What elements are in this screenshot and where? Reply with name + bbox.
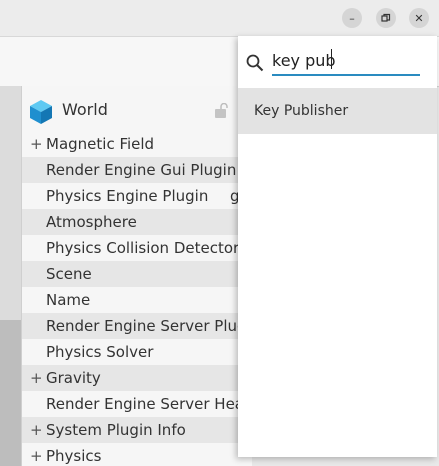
- minimize-icon: –: [349, 11, 355, 25]
- expand-icon[interactable]: +: [30, 365, 43, 391]
- tree-root[interactable]: World: [22, 86, 252, 134]
- tree-item-label: Render Engine Server Plug: [46, 317, 247, 335]
- tree-root-label: World: [62, 100, 108, 119]
- tree-item[interactable]: Physics Solver: [22, 339, 252, 365]
- minimize-button[interactable]: –: [342, 8, 362, 28]
- search-result-item[interactable]: Key Publisher: [238, 88, 437, 134]
- tree-item[interactable]: Name: [22, 287, 252, 313]
- tree-item[interactable]: Render Engine Gui Plugin: [22, 157, 252, 183]
- tree-item[interactable]: Render Engine Server Plug: [22, 313, 252, 339]
- tree-item[interactable]: + Physics: [22, 443, 252, 466]
- expand-icon[interactable]: +: [30, 131, 43, 157]
- cube-icon: [28, 98, 54, 130]
- close-button[interactable]: ✕: [409, 8, 429, 28]
- tree-item[interactable]: + Gravity: [22, 365, 252, 391]
- search-result-label: Key Publisher: [254, 103, 349, 119]
- restore-icon: [381, 13, 391, 23]
- close-icon: ✕: [414, 11, 424, 25]
- tree-item[interactable]: Render Engine Server Head: [22, 391, 252, 417]
- plugin-search-popup: Key Publisher: [238, 36, 437, 457]
- scene-background-lower: [0, 320, 21, 466]
- lock-icon[interactable]: [214, 102, 230, 123]
- tree-list: + Magnetic Field Render Engine Gui Plugin…: [22, 131, 252, 466]
- title-bar: – ✕: [0, 0, 439, 36]
- tree-item[interactable]: + System Plugin Info: [22, 417, 252, 443]
- tree-item[interactable]: Physics Collision Detector: [22, 235, 252, 261]
- expand-icon[interactable]: +: [30, 417, 43, 443]
- search-input[interactable]: [272, 46, 420, 76]
- expand-icon[interactable]: +: [30, 443, 43, 466]
- component-tree-panel: World + Magnetic Field Render Engine Gui …: [21, 86, 252, 466]
- text-caret: [331, 49, 332, 69]
- tree-item-label: Physics Collision Detector: [46, 239, 240, 257]
- tree-item-label: Scene: [46, 265, 92, 283]
- tree-item-label: Magnetic Field: [46, 135, 155, 153]
- tree-item[interactable]: Atmosphere: [22, 209, 252, 235]
- tree-item-label: Physics: [46, 447, 102, 465]
- tree-item-label: Name: [46, 291, 91, 309]
- tree-item-label: System Plugin Info: [46, 421, 186, 439]
- tree-item[interactable]: + Magnetic Field: [22, 131, 252, 157]
- tree-item-label: Atmosphere: [46, 213, 137, 231]
- tree-item[interactable]: Scene: [22, 261, 252, 287]
- restore-button[interactable]: [376, 8, 396, 28]
- search-icon: [246, 54, 264, 76]
- tree-item-label: Render Engine Server Head: [46, 395, 252, 413]
- tree-item-label: Gravity: [46, 369, 101, 387]
- tree-item-label: Physics Engine Plugin: [46, 187, 209, 205]
- tree-item[interactable]: Physics Engine Plugin g: [22, 183, 252, 209]
- tree-item-label: Render Engine Gui Plugin: [46, 161, 237, 179]
- tree-item-label: Physics Solver: [46, 343, 154, 361]
